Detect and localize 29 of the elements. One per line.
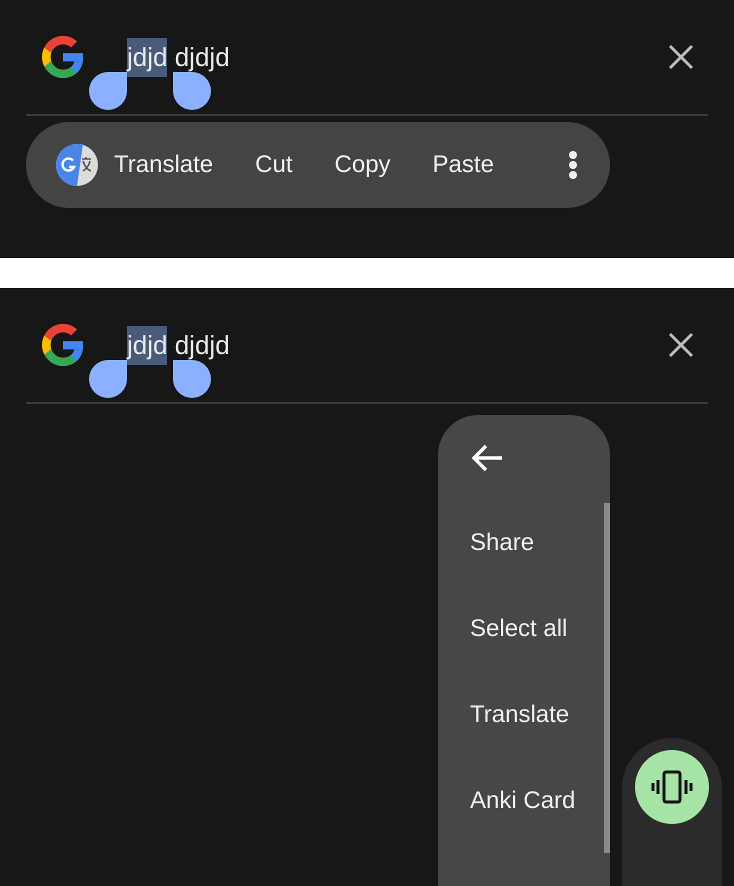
menu-button[interactable]: Cut bbox=[255, 151, 293, 179]
close-icon bbox=[668, 332, 694, 358]
translate-button[interactable]: Translate bbox=[56, 144, 214, 186]
menu-item[interactable]: Share bbox=[470, 529, 534, 557]
close-button[interactable] bbox=[668, 44, 694, 70]
selected-text: jdjd bbox=[127, 326, 168, 364]
google-logo-icon bbox=[40, 33, 86, 81]
menu-item[interactable]: Translate bbox=[470, 701, 570, 729]
selection-handle[interactable] bbox=[89, 72, 127, 110]
more-button[interactable] bbox=[568, 151, 578, 179]
selection-handle[interactable] bbox=[173, 72, 211, 110]
close-button[interactable] bbox=[668, 332, 694, 358]
vibrate-icon bbox=[651, 770, 693, 804]
back-arrow-icon bbox=[470, 443, 504, 473]
back-button[interactable] bbox=[470, 443, 504, 473]
menu-button[interactable]: Copy bbox=[334, 151, 391, 179]
google-logo-icon bbox=[40, 321, 86, 369]
menu-item[interactable]: Anki Card bbox=[470, 787, 576, 815]
query-text: djdjd bbox=[174, 330, 230, 360]
close-icon bbox=[668, 44, 694, 70]
selection-handle[interactable] bbox=[89, 360, 127, 398]
more-icon bbox=[568, 151, 578, 179]
menu-button[interactable]: Paste bbox=[432, 151, 494, 179]
selection-handle[interactable] bbox=[173, 360, 211, 398]
menu-item[interactable]: Select all bbox=[470, 615, 568, 643]
vibrate-button[interactable] bbox=[635, 750, 709, 824]
translate-icon bbox=[56, 144, 98, 186]
query-text: djdjd bbox=[174, 42, 230, 72]
selected-text: jdjd bbox=[127, 38, 168, 76]
